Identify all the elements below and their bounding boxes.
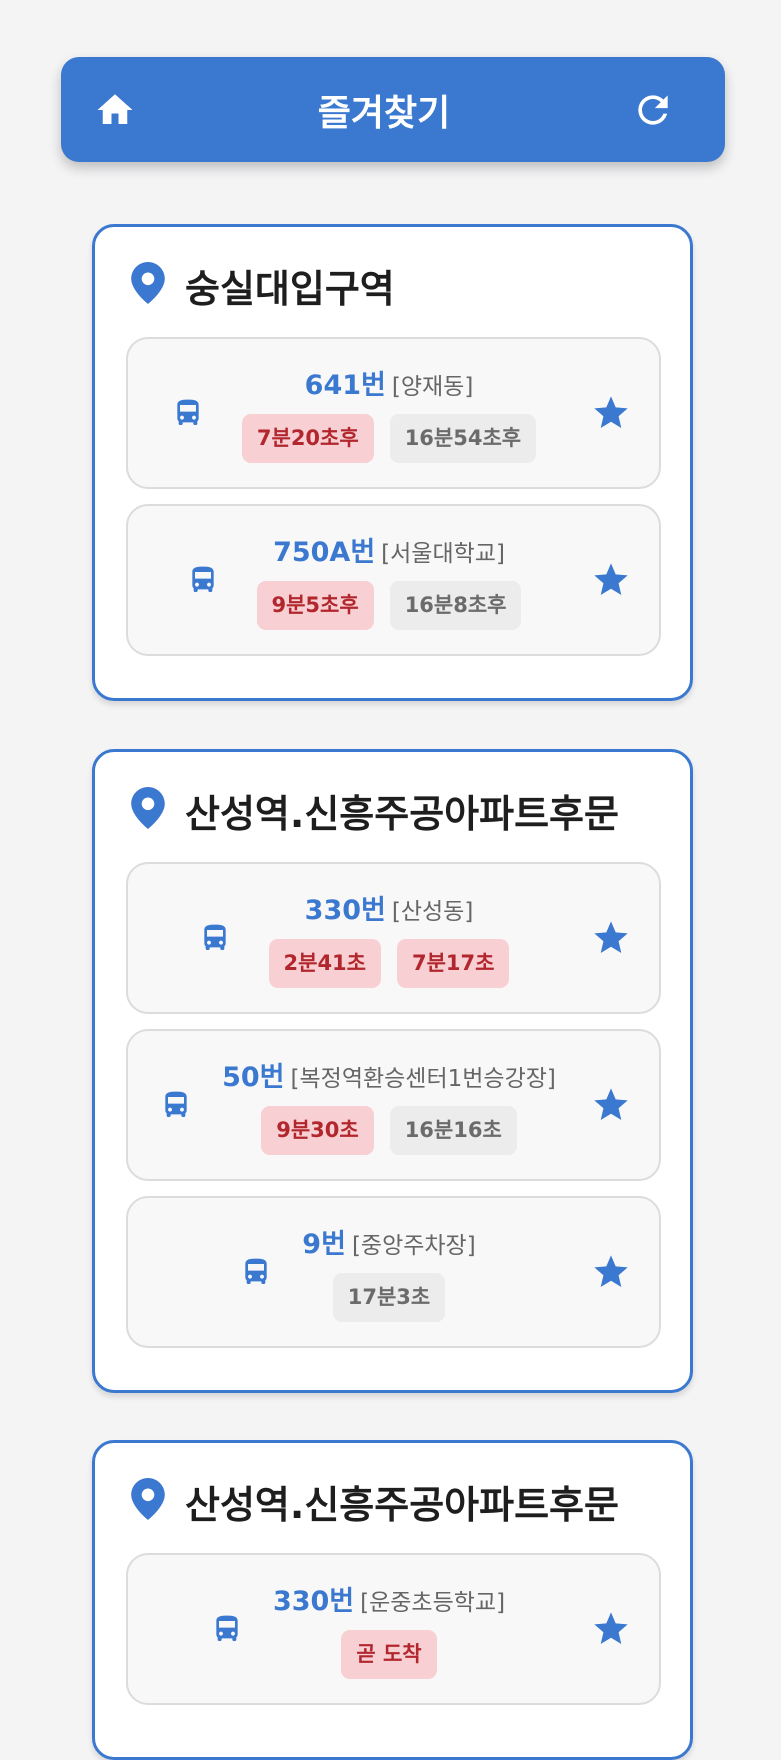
bus-direction: [산성동] <box>391 899 474 925</box>
bus-direction: [복정역환승센터1번승강장] <box>290 1066 556 1092</box>
arrival-times: 9분30초 16분16초 <box>253 1106 525 1155</box>
bus-line: 641번 [양재동] <box>305 363 474 402</box>
favorite-star-icon[interactable] <box>591 393 631 433</box>
arrival-times: 2분41초 7분17초 <box>261 939 518 988</box>
bus-number: 750A번 <box>273 537 376 568</box>
station-name: 산성역.신흥주공아파트후문 <box>185 791 619 836</box>
bus-route-card[interactable]: 330번 [운중초등학교] 곧 도착 <box>126 1553 661 1705</box>
bus-route-card[interactable]: 9번 [중앙주차장] 17분3초 <box>126 1196 661 1348</box>
bus-details: 641번 [양재동] 7분20초후 16분54초후 <box>234 363 544 463</box>
bus-route-card[interactable]: 50번 [복정역환승센터1번승강장] 9분30초 16분16초 <box>126 1029 661 1181</box>
arrival-time-badge: 9분30초 <box>261 1106 374 1155</box>
bus-number: 9번 <box>302 1229 346 1260</box>
arrival-times: 9분5초후 16분8초후 <box>249 581 530 630</box>
bus-icon <box>240 1254 276 1290</box>
bus-icon <box>160 1087 196 1123</box>
bus-icon <box>211 1611 247 1647</box>
refresh-icon <box>638 94 668 125</box>
arrival-times: 7분20초후 16분54초후 <box>234 414 544 463</box>
bus-route-card[interactable]: 750A번 [서울대학교] 9분5초후 16분8초후 <box>126 504 661 656</box>
bus-direction: [중앙주차장] <box>351 1233 476 1259</box>
location-pin-icon <box>131 787 165 833</box>
favorite-star-icon[interactable] <box>591 1609 631 1649</box>
bus-direction: [양재동] <box>391 374 474 400</box>
bus-route-info: 9번 [중앙주차장] 17분3초 <box>128 1198 588 1346</box>
bus-route-info: 750A번 [서울대학교] 9분5초후 16분8초후 <box>128 506 588 654</box>
bus-number: 641번 <box>304 370 386 401</box>
bus-route-info: 50번 [복정역환승센터1번승강장] 9분30초 16분16초 <box>128 1031 588 1179</box>
arrival-time-badge: 7분20초후 <box>241 414 374 463</box>
bus-route-card[interactable]: 330번 [산성동] 2분41초 7분17초 <box>126 862 661 1014</box>
bus-number: 50번 <box>222 1062 285 1093</box>
bus-line: 50번 [복정역환승센터1번승강장] <box>222 1055 556 1094</box>
arrival-times: 17분3초 <box>325 1273 453 1322</box>
station-header: 산성역.신흥주공아파트후문 <box>131 1477 619 1527</box>
refresh-button[interactable] <box>625 82 681 138</box>
location-pin-icon <box>131 1478 165 1524</box>
favorite-star-icon[interactable] <box>591 1085 631 1125</box>
arrival-time-badge: 곧 도착 <box>341 1630 437 1679</box>
bus-details: 50번 [복정역환승센터1번승강장] 9분30초 16분16초 <box>222 1055 556 1155</box>
bus-icon <box>172 395 208 431</box>
bus-route-info: 330번 [운중초등학교] 곧 도착 <box>128 1555 588 1703</box>
favorite-star-icon[interactable] <box>591 918 631 958</box>
favorite-star-icon[interactable] <box>591 1252 631 1292</box>
bus-icon <box>199 920 235 956</box>
bus-details: 330번 [산성동] 2분41초 7분17초 <box>261 888 518 988</box>
arrival-time-badge: 7분17초 <box>397 939 510 988</box>
home-button[interactable] <box>87 82 143 138</box>
bus-line: 9번 [중앙주차장] <box>302 1222 475 1261</box>
station-card: 산성역.신흥주공아파트후문 330번 [운중초등학교] 곧 도착 <box>92 1440 693 1760</box>
station-card: 산성역.신흥주공아파트후문 330번 [산성동] 2분41초 7분17초 50번 [복정역환… <box>92 749 693 1393</box>
arrival-time-badge: 2분41초 <box>268 939 381 988</box>
station-name: 산성역.신흥주공아파트후문 <box>185 1482 619 1527</box>
bus-details: 750A번 [서울대학교] 9분5초후 16분8초후 <box>249 530 530 630</box>
home-icon <box>97 93 133 124</box>
bus-number: 330번 <box>304 895 386 926</box>
bus-direction: [운중초등학교] <box>360 1590 506 1616</box>
bus-line: 750A번 [서울대학교] <box>273 530 505 569</box>
arrival-time-badge: 16분8초후 <box>389 581 522 630</box>
station-card: 숭실대입구역 641번 [양재동] 7분20초후 16분54초후 750A번 [서울대학교]… <box>92 224 693 701</box>
bus-line: 330번 [운중초등학교] <box>273 1579 505 1618</box>
bus-number: 330번 <box>272 1586 355 1617</box>
bus-details: 330번 [운중초등학교] 곧 도착 <box>273 1579 505 1679</box>
bus-route-card[interactable]: 641번 [양재동] 7분20초후 16분54초후 <box>126 337 661 489</box>
bus-icon <box>187 562 223 598</box>
favorite-star-icon[interactable] <box>591 560 631 600</box>
bus-details: 9번 [중앙주차장] 17분3초 <box>302 1222 476 1322</box>
station-name: 숭실대입구역 <box>185 266 395 311</box>
bus-direction: [서울대학교] <box>381 541 505 567</box>
location-pin-icon <box>131 262 165 308</box>
bus-route-info: 330번 [산성동] 2분41초 7분17초 <box>128 864 588 1012</box>
app-header: 즐겨찾기 <box>61 57 725 162</box>
page-title: 즐겨찾기 <box>317 92 451 134</box>
arrival-time-badge: 17분3초 <box>332 1273 446 1322</box>
station-header: 숭실대입구역 <box>131 261 395 311</box>
arrival-time-badge: 16분54초후 <box>389 414 537 463</box>
arrival-times: 곧 도착 <box>333 1630 444 1679</box>
bus-route-info: 641번 [양재동] 7분20초후 16분54초후 <box>128 339 588 487</box>
arrival-time-badge: 16분16초 <box>389 1106 517 1155</box>
arrival-time-badge: 9분5초후 <box>256 581 374 630</box>
bus-line: 330번 [산성동] <box>305 888 474 927</box>
station-header: 산성역.신흥주공아파트후문 <box>131 786 619 836</box>
